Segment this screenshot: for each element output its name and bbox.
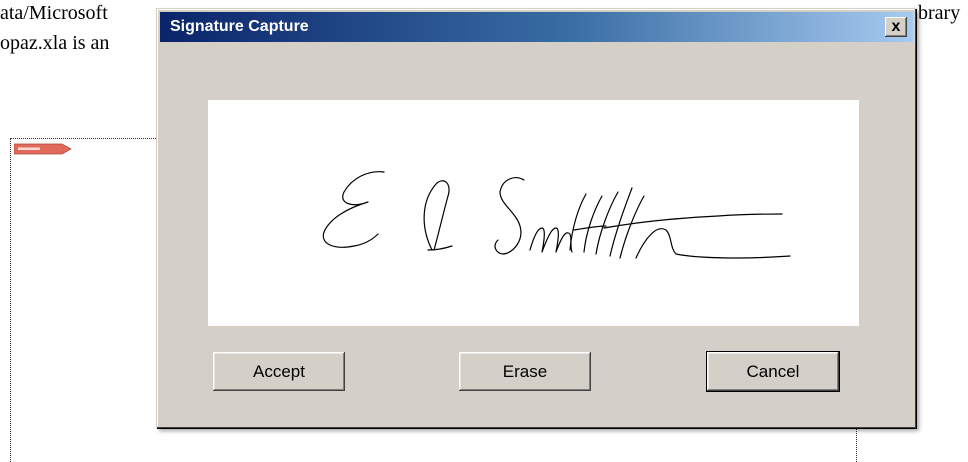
dialog-titlebar[interactable]: Signature Capture x (160, 12, 913, 42)
signature-pad[interactable] (208, 100, 859, 326)
accept-button[interactable]: Accept (213, 352, 345, 391)
signature-field-border-left (10, 138, 11, 462)
background-text-right: brary (918, 2, 961, 24)
erase-button[interactable]: Erase (459, 352, 591, 391)
signature-capture-dialog: Signature Capture x Accept Erase Cancel (156, 8, 916, 428)
background-text-line-2: opaz.xla is an (0, 32, 110, 54)
dialog-title: Signature Capture (170, 18, 309, 35)
background-text-line-1: ata/Microsoft (0, 2, 108, 24)
sign-here-tag-icon (14, 143, 72, 155)
handwritten-signature (322, 171, 791, 259)
cancel-button[interactable]: Cancel (707, 352, 839, 391)
signature-field-border-top (10, 138, 158, 139)
signature-field-border-right (856, 428, 857, 462)
close-button[interactable]: x (885, 17, 907, 37)
